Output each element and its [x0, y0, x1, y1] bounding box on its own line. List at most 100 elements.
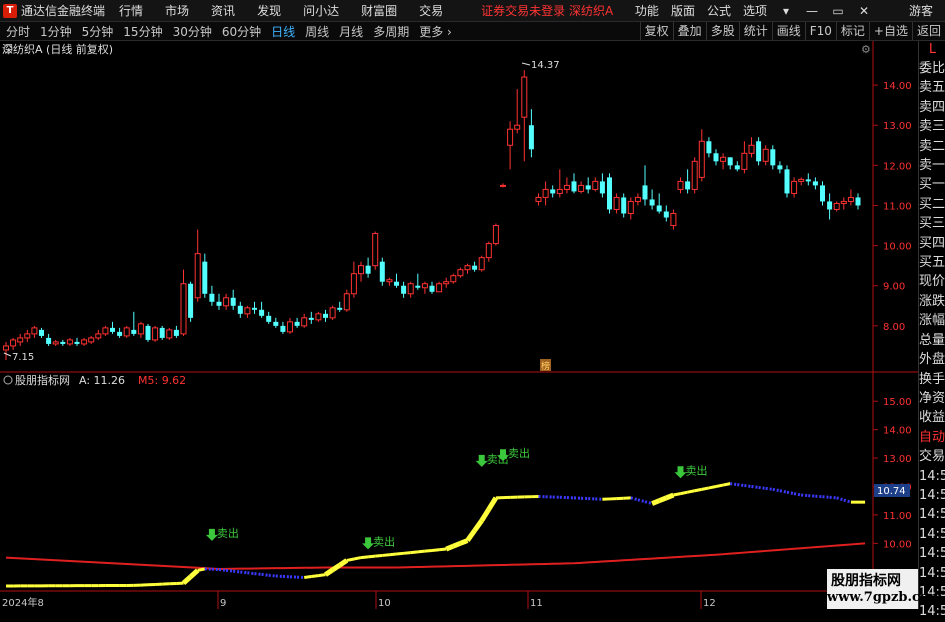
sidebar-item[interactable]: 卖四 — [919, 98, 945, 117]
indicator-a-segment — [255, 574, 262, 575]
candle-body — [777, 165, 782, 169]
candle-body — [25, 334, 30, 338]
menu-zixun[interactable]: 资讯 — [211, 2, 235, 19]
sidebar-item[interactable]: 买五 — [919, 253, 945, 272]
high-pointer — [522, 63, 530, 65]
period-60min[interactable]: 60分钟 — [222, 23, 261, 40]
indicator-settings-icon[interactable] — [4, 376, 12, 384]
tool-duogu[interactable]: 多股 — [706, 22, 739, 40]
tool-huaxian[interactable]: 画线 — [772, 22, 805, 40]
menu-shichang[interactable]: 市场 — [165, 2, 189, 19]
sidebar-item[interactable]: 卖一 — [919, 156, 945, 175]
sidebar-item[interactable]: 14:56 — [919, 602, 945, 621]
candle-body — [138, 324, 143, 334]
sidebar-item[interactable]: 14:56 — [919, 505, 945, 524]
sidebar-item[interactable]: 14:56 — [919, 525, 945, 544]
minimize-icon[interactable]: — — [805, 4, 819, 18]
date-label: 12 — [703, 598, 716, 609]
tool-biaoji[interactable]: 标记 — [836, 22, 869, 40]
period-15min[interactable]: 15分钟 — [123, 23, 162, 40]
period-weekly[interactable]: 周线 — [305, 23, 329, 40]
indicator-a-segment — [752, 487, 759, 488]
candle-body — [309, 318, 314, 320]
sidebar-item[interactable]: 净资 — [919, 389, 945, 408]
sidebar-item[interactable]: 涨跌 — [919, 292, 945, 311]
sidebar-top-label[interactable]: L — [919, 41, 945, 59]
sidebar-item[interactable]: 卖三 — [919, 117, 945, 136]
sidebar-item[interactable]: 买三 — [919, 214, 945, 233]
indicator-a-segment — [787, 492, 794, 493]
sidebar-item[interactable]: 涨幅 — [919, 311, 945, 330]
candle-body — [39, 330, 44, 336]
period-multi[interactable]: 多周期 — [373, 23, 409, 40]
indicator-a-segment — [375, 555, 382, 556]
tool-back[interactable]: 返回 — [912, 22, 945, 40]
ma-line — [6, 543, 865, 569]
login-notice: 证券交易未登录 深纺织A — [481, 2, 613, 19]
sidebar-item[interactable]: 现价 — [919, 272, 945, 291]
period-1min[interactable]: 1分钟 — [40, 23, 72, 40]
menu-faxian[interactable]: 发现 — [257, 2, 281, 19]
sidebar-item[interactable]: 委比 — [919, 59, 945, 78]
period-daily[interactable]: 日线 — [271, 23, 295, 40]
candle-body — [195, 254, 200, 298]
date-axis: 2024年8 9 10 11 12 — [2, 591, 716, 609]
menu-wenxiaoda[interactable]: 问小达 — [303, 2, 339, 19]
period-more[interactable]: 更多 › — [419, 23, 452, 40]
sidebar-item[interactable]: 14:56 — [919, 564, 945, 583]
period-5min[interactable]: 5分钟 — [82, 23, 114, 40]
tool-fuquan[interactable]: 复权 — [640, 22, 673, 40]
period-monthly[interactable]: 月线 — [339, 23, 363, 40]
sidebar-item[interactable]: 收益 — [919, 408, 945, 427]
candle-body — [472, 266, 477, 270]
sidebar-item[interactable]: 总量 — [919, 331, 945, 350]
candle-body — [706, 141, 711, 153]
menu-gongneng[interactable]: 功能 — [635, 2, 659, 19]
indicator-series — [6, 484, 865, 586]
maximize-icon[interactable]: ▭ — [831, 4, 845, 18]
candle-body — [18, 338, 23, 342]
indicator-a-segment — [446, 546, 453, 549]
tool-diejia[interactable]: 叠加 — [673, 22, 706, 40]
candle-body — [75, 342, 80, 344]
sidebar-item[interactable]: 交易 — [919, 447, 945, 466]
kline-chart-area[interactable]: 深纺织A (日线 前复权) ⚙ 14.0013.0012.0011.0010.0… — [0, 41, 918, 609]
panel-settings-icon[interactable]: ⚙ — [861, 43, 871, 56]
candle-body — [89, 338, 94, 342]
main-chart-title: 深纺织A (日线 前复权) — [2, 42, 113, 56]
tool-tongji[interactable]: 统计 — [739, 22, 772, 40]
sidebar-item[interactable]: 买一 — [919, 175, 945, 194]
close-icon[interactable]: ✕ — [857, 4, 871, 18]
sidebar-item[interactable]: 14:56 — [919, 486, 945, 505]
menu-xuanxiang[interactable]: 选项 — [743, 2, 767, 19]
candle-body — [529, 125, 534, 149]
sidebar-item[interactable]: 卖二 — [919, 137, 945, 156]
date-label: 2024年8 — [2, 596, 44, 609]
menu-jiaoyi[interactable]: 交易 — [419, 2, 443, 19]
tool-f10[interactable]: F10 — [805, 22, 836, 40]
menu-caifuquan[interactable]: 财富圈 — [361, 2, 397, 19]
period-30min[interactable]: 30分钟 — [173, 23, 212, 40]
menu-hangqing[interactable]: 行情 — [119, 2, 143, 19]
menu-gongshi[interactable]: 公式 — [707, 2, 731, 19]
sidebar-item[interactable]: 卖五 — [919, 78, 945, 97]
sidebar-item[interactable]: 14:56 — [919, 544, 945, 563]
guest-label[interactable]: 游客 — [909, 2, 933, 19]
candle-body — [202, 262, 207, 294]
indicator-a-segment — [794, 494, 801, 495]
sidebar-item[interactable]: 14:56 — [919, 467, 945, 486]
candle-body — [785, 169, 790, 193]
indicator-a-segment — [482, 509, 489, 520]
period-fenshi[interactable]: 分时 — [6, 23, 30, 40]
sidebar-item[interactable]: 外盘 — [919, 350, 945, 369]
candle-body — [408, 284, 413, 294]
tool-add-watchlist[interactable]: +自选 — [869, 22, 912, 40]
sidebar-item[interactable]: 买二 — [919, 195, 945, 214]
indicator-a-segment — [411, 552, 418, 553]
sell-label: 卖出 — [373, 534, 395, 548]
sidebar-item[interactable]: 自动 — [919, 428, 945, 447]
dropdown-icon[interactable]: ▾ — [779, 4, 793, 18]
sidebar-item[interactable]: 换手 — [919, 370, 945, 389]
menu-banmian[interactable]: 版面 — [671, 2, 695, 19]
sidebar-item[interactable]: 买四 — [919, 234, 945, 253]
